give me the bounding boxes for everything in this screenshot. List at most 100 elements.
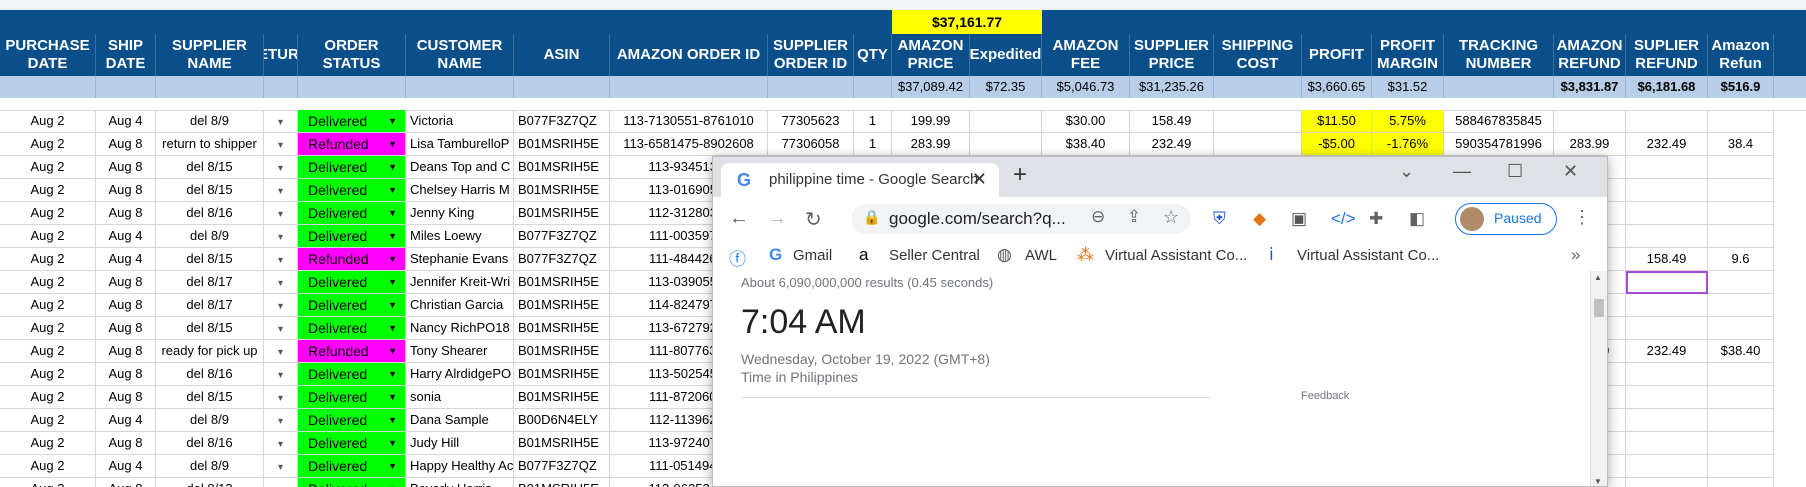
table-cell[interactable]: del 8/9 xyxy=(156,110,264,133)
table-cell[interactable]: $11.50 xyxy=(1302,110,1372,133)
chevron-down-icon[interactable]: ▼ xyxy=(388,455,397,477)
dropdown-arrow-icon[interactable]: ▾ xyxy=(278,278,283,289)
summary-cell[interactable]: $3,660.65 xyxy=(1302,76,1372,98)
column-header[interactable]: AMAZON PRICE xyxy=(892,34,970,76)
dropdown-cell[interactable]: ▾ xyxy=(264,271,298,294)
table-cell[interactable]: B01MSRIH5E xyxy=(514,202,610,225)
order-status-dropdown[interactable]: Delivered ▼ xyxy=(298,363,406,386)
table-cell[interactable]: 283.99 xyxy=(892,133,970,156)
table-cell[interactable]: Aug 2 xyxy=(0,202,96,225)
table-cell[interactable]: $30.00 xyxy=(1042,110,1130,133)
table-cell[interactable]: B01MSRIH5E xyxy=(514,340,610,363)
table-cell[interactable]: 113-6581475-8902608 xyxy=(610,133,768,156)
table-cell[interactable]: $38.40 xyxy=(1042,133,1130,156)
table-cell[interactable]: B01MSRIH5E xyxy=(514,432,610,455)
table-cell[interactable]: 199.99 xyxy=(892,110,970,133)
table-cell[interactable]: Harry AlrdidgePO xyxy=(406,363,514,386)
menu-kebab-icon[interactable]: ⋮ xyxy=(1573,207,1591,228)
column-header[interactable]: Expedited xyxy=(970,34,1042,76)
summary-cell[interactable]: $5,046.73 xyxy=(1042,76,1130,98)
zoom-out-icon[interactable]: ⊖ xyxy=(1091,207,1105,227)
table-cell[interactable]: 9.6 xyxy=(1708,248,1774,271)
code-extension-icon[interactable]: </> xyxy=(1331,209,1356,229)
chevron-down-icon[interactable]: ▼ xyxy=(388,179,397,201)
summary-cell[interactable]: $31.52 xyxy=(1372,76,1444,98)
close-window-button[interactable]: ✕ xyxy=(1563,161,1578,182)
table-cell[interactable] xyxy=(1708,363,1774,386)
column-header[interactable]: SUPPLIER PRICE xyxy=(1130,34,1214,76)
table-cell[interactable]: B01MSRIH5E xyxy=(514,386,610,409)
table-cell[interactable]: Aug 2 xyxy=(0,294,96,317)
close-tab-icon[interactable]: ✕ xyxy=(972,169,987,190)
table-cell[interactable]: 1 xyxy=(854,133,892,156)
table-cell[interactable]: del 8/13 xyxy=(156,478,264,487)
tab-search-chevron-icon[interactable]: ⌄ xyxy=(1399,161,1414,182)
table-cell[interactable]: del 8/15 xyxy=(156,248,264,271)
column-header[interactable]: AMAZON FEE xyxy=(1042,34,1130,76)
column-header[interactable]: SUPPLIER ORDER ID xyxy=(768,34,854,76)
table-cell[interactable] xyxy=(1626,225,1708,248)
order-status-dropdown[interactable]: Delivered ▼ xyxy=(298,179,406,202)
table-cell[interactable]: del 8/17 xyxy=(156,294,264,317)
table-cell[interactable]: 232.49 xyxy=(1626,133,1708,156)
table-cell[interactable]: Aug 2 xyxy=(0,478,96,487)
column-header[interactable]: Amazon Refun xyxy=(1708,34,1774,76)
table-cell[interactable]: B01MSRIH5E xyxy=(514,478,610,487)
table-cell[interactable]: B01MSRIH5E xyxy=(514,271,610,294)
table-cell[interactable]: Aug 4 xyxy=(96,248,156,271)
table-cell[interactable]: Stephanie Evans xyxy=(406,248,514,271)
order-status-dropdown[interactable]: Delivered ▼ xyxy=(298,409,406,432)
table-cell[interactable]: B01MSRIH5E xyxy=(514,317,610,340)
dropdown-arrow-icon[interactable]: ▾ xyxy=(278,209,283,220)
table-cell[interactable] xyxy=(1626,294,1708,317)
summary-cell[interactable]: $31,235.26 xyxy=(1130,76,1214,98)
table-cell[interactable]: Aug 8 xyxy=(96,432,156,455)
summary-cell[interactable] xyxy=(406,76,514,98)
column-header[interactable]: ETURI xyxy=(264,34,298,76)
table-cell[interactable]: Dana Sample xyxy=(406,409,514,432)
dropdown-arrow-icon[interactable]: ▾ xyxy=(278,462,283,473)
table-cell[interactable]: Aug 2 xyxy=(0,409,96,432)
table-cell[interactable]: Aug 8 xyxy=(96,271,156,294)
table-cell[interactable]: 77305623 xyxy=(768,110,854,133)
column-header[interactable]: SHIPPING COST xyxy=(1214,34,1302,76)
column-header[interactable]: PROFIT MARGIN xyxy=(1372,34,1444,76)
dropdown-cell[interactable]: ▾ xyxy=(264,409,298,432)
bookmark-star-icon[interactable]: ☆ xyxy=(1163,207,1179,228)
dropdown-arrow-icon[interactable]: ▾ xyxy=(278,140,283,151)
table-cell[interactable]: 158.49 xyxy=(1626,248,1708,271)
table-cell[interactable]: 232.49 xyxy=(1626,340,1708,363)
chevron-down-icon[interactable]: ▼ xyxy=(388,248,397,270)
chevron-down-icon[interactable]: ▼ xyxy=(388,271,397,293)
new-tab-button[interactable]: + xyxy=(1013,161,1027,189)
table-cell[interactable]: del 8/15 xyxy=(156,386,264,409)
chevron-down-icon[interactable]: ▼ xyxy=(388,363,397,385)
table-cell[interactable]: 38.4 xyxy=(1708,133,1774,156)
column-header[interactable]: ORDER STATUS xyxy=(298,34,406,76)
table-cell[interactable]: Miles Loewy xyxy=(406,225,514,248)
table-cell[interactable]: B077F3Z7QZ xyxy=(514,225,610,248)
table-cell[interactable]: $38.40 xyxy=(1708,340,1774,363)
table-cell[interactable] xyxy=(1626,110,1708,133)
chevron-down-icon[interactable]: ▼ xyxy=(388,225,397,247)
order-status-dropdown[interactable]: Delivered ▼ xyxy=(298,202,406,225)
table-cell[interactable] xyxy=(970,133,1042,156)
table-cell[interactable]: B077F3Z7QZ xyxy=(514,248,610,271)
summary-cell[interactable] xyxy=(96,76,156,98)
table-cell[interactable]: Aug 4 xyxy=(96,409,156,432)
table-cell[interactable]: Aug 2 xyxy=(0,455,96,478)
dropdown-arrow-icon[interactable]: ▾ xyxy=(278,117,283,128)
column-header[interactable]: SUPPLIER NAME xyxy=(156,34,264,76)
table-cell[interactable]: Victoria xyxy=(406,110,514,133)
table-cell[interactable] xyxy=(970,110,1042,133)
dropdown-cell[interactable]: ▾ xyxy=(264,110,298,133)
table-cell[interactable]: Lisa TamburelloP xyxy=(406,133,514,156)
table-cell[interactable]: ready for pick up xyxy=(156,340,264,363)
summary-cell[interactable] xyxy=(854,76,892,98)
table-cell[interactable]: Beverly Harris xyxy=(406,478,514,487)
table-cell[interactable]: B00D6N4ELY xyxy=(514,409,610,432)
table-cell[interactable]: B01MSRIH5E xyxy=(514,133,610,156)
table-cell[interactable] xyxy=(1708,386,1774,409)
chevron-down-icon[interactable]: ▼ xyxy=(388,156,397,178)
order-status-dropdown[interactable]: Delivered ▼ xyxy=(298,225,406,248)
